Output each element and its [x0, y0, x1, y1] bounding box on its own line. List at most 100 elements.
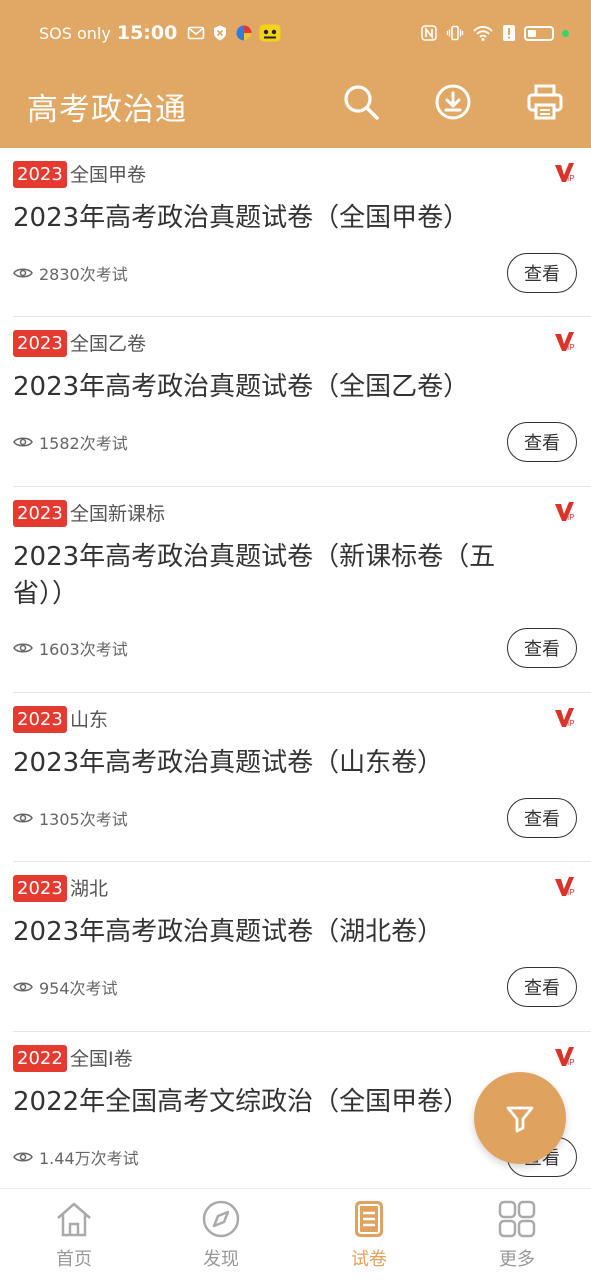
exam-count: 1582次考试: [39, 434, 128, 453]
search-button[interactable]: [339, 80, 383, 124]
exam-stats: 2830次考试: [13, 261, 128, 285]
exam-count: 2830次考试: [39, 265, 128, 284]
exam-stats: 1603次考试: [13, 636, 128, 660]
exam-count: 1305次考试: [39, 810, 128, 829]
carrier-text: SOS only: [39, 23, 111, 43]
region-label: 全国乙卷: [70, 333, 147, 355]
year-badge: 2023: [13, 330, 67, 357]
exam-stats: 1582次考试: [13, 430, 128, 454]
grid-icon: [498, 1200, 536, 1238]
nav-label-more: 更多: [499, 1249, 535, 1270]
view-button[interactable]: 查看: [507, 798, 577, 838]
vip-icon: IP: [555, 163, 575, 183]
vip-icon: IP: [555, 708, 575, 728]
svg-text:IP: IP: [567, 513, 575, 522]
year-badge: 2023: [13, 875, 67, 902]
status-bar: SOS only 15:00: [0, 0, 591, 66]
svg-text:IP: IP: [567, 174, 575, 183]
nav-item-exams[interactable]: 试卷: [319, 1199, 419, 1275]
compass-icon: [202, 1200, 240, 1238]
vip-icon: IP: [555, 502, 575, 522]
exam-card[interactable]: 2023 湖北 IP 2023年高考政治真题试卷（湖北卷） 954次考试 查看: [13, 862, 591, 1032]
app-notification-icon: [236, 25, 252, 41]
exam-count: 954次考试: [39, 979, 118, 998]
page-title: 高考政治通: [27, 92, 187, 128]
year-badge: 2023: [13, 500, 67, 527]
filter-button[interactable]: [474, 1072, 566, 1164]
svg-text:IP: IP: [567, 343, 575, 352]
battery-icon: [524, 25, 554, 41]
svg-text:IP: IP: [567, 888, 575, 897]
nav-label-home: 首页: [56, 1249, 92, 1270]
home-icon: [57, 1202, 91, 1237]
eye-icon: [13, 982, 33, 992]
vibrate-icon: [446, 25, 464, 41]
nav-label-exams: 试卷: [351, 1249, 387, 1270]
exam-card[interactable]: 2023 山东 IP 2023年高考政治真题试卷（山东卷） 1305次考试 查看: [13, 693, 591, 862]
exam-stats: 954次考试: [13, 975, 118, 999]
app-header: SOS only 15:00 高考政治通: [0, 0, 591, 148]
eye-icon: [13, 813, 33, 823]
wifi-icon: [473, 26, 493, 41]
vip-icon: IP: [555, 1047, 575, 1067]
view-button[interactable]: 查看: [507, 422, 577, 462]
print-icon: [527, 84, 563, 120]
download-icon: [435, 84, 471, 120]
exam-title: 2023年高考政治真题试卷（全国乙卷）: [13, 372, 470, 402]
exam-card[interactable]: 2023 全国乙卷 IP 2023年高考政治真题试卷（全国乙卷） 1582次考试…: [13, 317, 591, 487]
exam-count: 1.44万次考试: [39, 1149, 139, 1168]
year-badge: 2022: [13, 1045, 67, 1072]
nfc-icon: [421, 25, 437, 41]
vip-icon: IP: [555, 877, 575, 897]
charging-dot-icon: [562, 29, 569, 37]
title-bar: 高考政治通: [0, 66, 591, 148]
view-button[interactable]: 查看: [507, 967, 577, 1007]
nav-label-discover: 发现: [203, 1249, 239, 1270]
exam-card[interactable]: 2023 全国甲卷 IP 2023年高考政治真题试卷（全国甲卷） 2830次考试…: [13, 148, 591, 317]
vip-icon: IP: [555, 332, 575, 352]
print-button[interactable]: [523, 80, 567, 124]
search-icon: [344, 85, 379, 120]
exam-stats: 1.44万次考试: [13, 1145, 139, 1169]
app-root: SOS only 15:00 高考政治通 2023 全国甲卷 IP 2023年高…: [0, 0, 591, 1280]
exam-card[interactable]: 2023 全国新课标 IP 2023年高考政治真题试卷（新课标卷（五省）） 16…: [13, 487, 591, 693]
region-label: 山东: [70, 709, 109, 731]
view-button[interactable]: 查看: [507, 628, 577, 668]
eye-icon: [13, 437, 33, 447]
svg-text:IP: IP: [567, 1058, 575, 1067]
filter-icon: [506, 1106, 534, 1133]
battery-level: [528, 29, 536, 37]
clock-text: 15:00: [116, 22, 178, 44]
svg-text:IP: IP: [567, 719, 575, 728]
exam-stats: 1305次考试: [13, 806, 128, 830]
region-label: 湖北: [70, 878, 109, 900]
status-right: [420, 20, 569, 46]
exam-title: 2023年高考政治真题试卷（山东卷）: [13, 748, 444, 778]
eye-icon: [13, 643, 33, 653]
exam-paper-icon: [355, 1201, 383, 1237]
region-label: 全国甲卷: [70, 164, 147, 186]
exam-list: 2023 全国甲卷 IP 2023年高考政治真题试卷（全国甲卷） 2830次考试…: [0, 148, 591, 1188]
status-left: SOS only 15:00: [39, 20, 281, 46]
nav-item-more[interactable]: 更多: [467, 1199, 567, 1275]
view-button[interactable]: 查看: [507, 253, 577, 293]
region-label: 全国I卷: [70, 1048, 133, 1070]
mail-icon: [188, 26, 205, 40]
eye-icon: [13, 1152, 33, 1162]
year-badge: 2023: [13, 706, 67, 733]
year-badge: 2023: [13, 161, 67, 188]
exam-title: 2023年高考政治真题试卷（湖北卷）: [13, 917, 444, 947]
exam-title: 2022年全国高考文综政治（全国甲卷）: [13, 1087, 470, 1117]
shield-x-icon: [214, 25, 227, 41]
nav-item-discover[interactable]: 发现: [171, 1199, 271, 1275]
exam-title: 2023年高考政治真题试卷（全国甲卷）: [13, 203, 470, 233]
game-app-icon: [259, 24, 281, 42]
exam-count: 1603次考试: [39, 640, 128, 659]
nav-item-home[interactable]: 首页: [24, 1199, 124, 1275]
bottom-nav: 首页 发现 试卷 更多: [0, 1188, 591, 1280]
exam-title: 2023年高考政治真题试卷（新课标卷（五省））: [13, 542, 496, 609]
signal-alert-icon: [503, 25, 515, 41]
download-button[interactable]: [431, 80, 475, 124]
region-label: 全国新课标: [70, 503, 166, 525]
eye-icon: [13, 268, 33, 278]
